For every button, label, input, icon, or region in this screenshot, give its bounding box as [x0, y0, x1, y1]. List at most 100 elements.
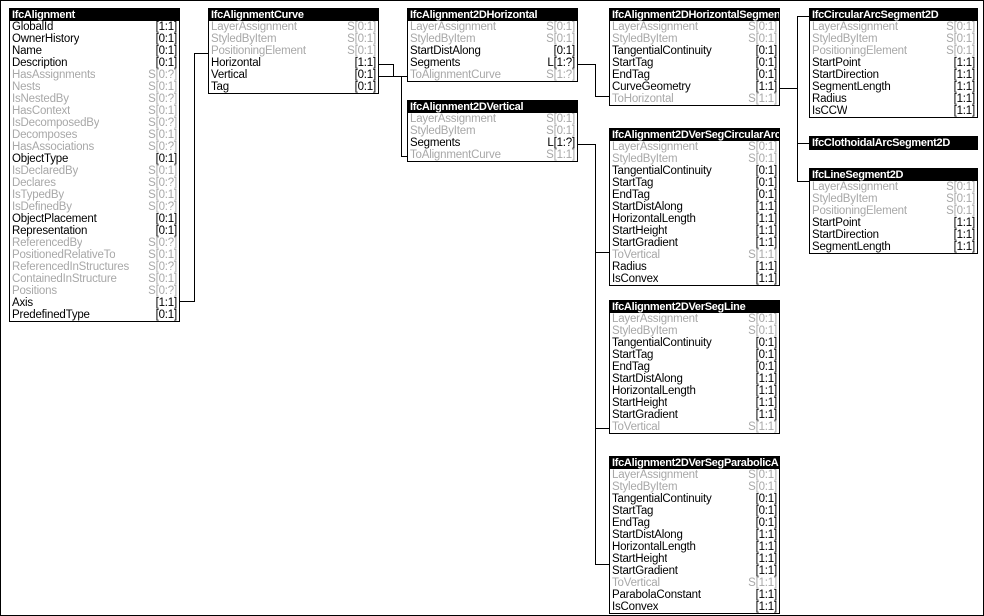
attribute-row[interactable]: IsNestedBy S[0:?]: [10, 93, 179, 105]
attribute-row[interactable]: CurveGeometry [1:1]: [610, 81, 779, 93]
entity-box-IfcCircularArcSegment2D[interactable]: IfcCircularArcSegment2D LayerAssignment S[…: [809, 8, 978, 118]
attribute-row[interactable]: Name [0:1]: [10, 45, 179, 57]
attribute-row[interactable]: StartGradient [1:1]: [610, 565, 779, 577]
attribute-row[interactable]: IsDeclaredBy S[0:1]: [10, 165, 179, 177]
entity-box-IfcClothoidalArcSegment2D[interactable]: IfcClothoidalArcSegment2D: [809, 136, 978, 150]
attribute-row[interactable]: StartHeight [1:1]: [610, 225, 779, 237]
attribute-row[interactable]: Positions S[0:?]: [10, 285, 179, 297]
attribute-row[interactable]: ToVertical S[1:1]: [610, 421, 779, 433]
attribute-row[interactable]: StartGradient [1:1]: [610, 409, 779, 421]
attribute-row[interactable]: IsCCW [1:1]: [810, 105, 977, 117]
attribute-row[interactable]: StartTag [0:1]: [610, 57, 779, 69]
attribute-row[interactable]: StartPoint [1:1]: [810, 217, 977, 229]
attribute-row[interactable]: LayerAssignment S[0:1]: [810, 181, 977, 193]
attribute-row[interactable]: IsDefinedBy S[0:?]: [10, 201, 179, 213]
attribute-row[interactable]: PositionedRelativeTo S[0:1]: [10, 249, 179, 261]
attribute-row[interactable]: Representation [0:1]: [10, 225, 179, 237]
attribute-row[interactable]: IsTypedBy S[0:1]: [10, 189, 179, 201]
attribute-row[interactable]: ReferencedInStructures S[0:?]: [10, 261, 179, 273]
attribute-row[interactable]: OwnerHistory [0:1]: [10, 33, 179, 45]
attribute-row[interactable]: TangentialContinuity [0:1]: [610, 45, 779, 57]
entity-box-IfcAlignment[interactable]: IfcAlignment GlobalId [1:1] OwnerHistory [0:…: [9, 8, 180, 322]
attribute-row[interactable]: StartHeight [1:1]: [610, 397, 779, 409]
attribute-row[interactable]: Nests S[0:1]: [10, 81, 179, 93]
attribute-row[interactable]: ToVertical S[1:1]: [610, 249, 779, 261]
attribute-row[interactable]: SegmentLength [1:1]: [810, 81, 977, 93]
attribute-row[interactable]: ToVertical S[1:1]: [610, 577, 779, 589]
attribute-row[interactable]: StyledByItem S[0:1]: [610, 325, 779, 337]
attribute-row[interactable]: StartHeight [1:1]: [610, 553, 779, 565]
attribute-row[interactable]: TangentialContinuity [0:1]: [610, 165, 779, 177]
entity-box-IfcAlignmentCurve[interactable]: IfcAlignmentCurve LayerAssignment S[0:1] St…: [208, 8, 379, 94]
attribute-row[interactable]: StyledByItem S[0:1]: [610, 153, 779, 165]
entity-box-IfcAlignment2DVertical[interactable]: IfcAlignment2DVertical LayerAssignment S[0…: [407, 100, 578, 162]
attribute-row[interactable]: StartGradient [1:1]: [610, 237, 779, 249]
attribute-row[interactable]: StyledByItem S[0:1]: [408, 125, 577, 137]
entity-box-IfcAlignment2DVerSegLine[interactable]: IfcAlignment2DVerSegLine LayerAssignment S…: [609, 300, 780, 434]
attribute-row[interactable]: StartDistAlong [1:1]: [610, 373, 779, 385]
attribute-row[interactable]: LayerAssignment S[0:1]: [610, 141, 779, 153]
entity-box-IfcAlignment2DVerSegParabolicArc[interactable]: IfcAlignment2DVerSegParabolicArc LayerAss…: [609, 456, 780, 614]
attribute-row[interactable]: StartDistAlong [1:1]: [610, 201, 779, 213]
attribute-row[interactable]: EndTag [0:1]: [610, 517, 779, 529]
attribute-row[interactable]: EndTag [0:1]: [610, 189, 779, 201]
attribute-row[interactable]: ObjectPlacement [0:1]: [10, 213, 179, 225]
attribute-row[interactable]: Segments L[1:?]: [408, 137, 577, 149]
attribute-row[interactable]: LayerAssignment S[0:1]: [610, 21, 779, 33]
attribute-row[interactable]: LayerAssignment S[0:1]: [408, 21, 577, 33]
attribute-row[interactable]: Description [0:1]: [10, 57, 179, 69]
attribute-row[interactable]: ContainedInStructure S[0:1]: [10, 273, 179, 285]
attribute-row[interactable]: EndTag [0:1]: [610, 361, 779, 373]
attribute-row[interactable]: LayerAssignment S[0:1]: [408, 113, 577, 125]
attribute-row[interactable]: PositioningElement S[0:1]: [810, 205, 977, 217]
attribute-row[interactable]: ObjectType [0:1]: [10, 153, 179, 165]
attribute-row[interactable]: PositioningElement S[0:1]: [209, 45, 378, 57]
attribute-row[interactable]: StartTag [0:1]: [610, 349, 779, 361]
attribute-row[interactable]: LayerAssignment S[0:1]: [610, 469, 779, 481]
attribute-row[interactable]: StartDistAlong [0:1]: [408, 45, 577, 57]
attribute-row[interactable]: StartPoint [1:1]: [810, 57, 977, 69]
attribute-row[interactable]: StartDirection [1:1]: [810, 229, 977, 241]
attribute-row[interactable]: Radius [1:1]: [610, 261, 779, 273]
attribute-row[interactable]: Radius [1:1]: [810, 93, 977, 105]
attribute-row[interactable]: Axis [1:1]: [10, 297, 179, 309]
attribute-row[interactable]: TangentialContinuity [0:1]: [610, 337, 779, 349]
attribute-row[interactable]: HorizontalLength [1:1]: [610, 541, 779, 553]
attribute-row[interactable]: IsConvex [1:1]: [610, 601, 779, 613]
attribute-row[interactable]: HasContext S[0:1]: [10, 105, 179, 117]
attribute-row[interactable]: StyledByItem S[0:1]: [610, 33, 779, 45]
attribute-row[interactable]: StyledByItem S[0:1]: [408, 33, 577, 45]
attribute-row[interactable]: ToHorizontal S[1:1]: [610, 93, 779, 105]
attribute-row[interactable]: SegmentLength [1:1]: [810, 241, 977, 253]
attribute-row[interactable]: IsDecomposedBy S[0:?]: [10, 117, 179, 129]
attribute-row[interactable]: StyledByItem S[0:1]: [810, 33, 977, 45]
attribute-row[interactable]: EndTag [0:1]: [610, 69, 779, 81]
attribute-row[interactable]: ToAlignmentCurve S[1:1]: [408, 149, 577, 161]
attribute-row[interactable]: StartTag [0:1]: [610, 177, 779, 189]
attribute-row[interactable]: PositioningElement S[0:1]: [810, 45, 977, 57]
attribute-row[interactable]: TangentialContinuity [0:1]: [610, 493, 779, 505]
attribute-row[interactable]: ToAlignmentCurve S[1:?]: [408, 69, 577, 81]
attribute-row[interactable]: PredefinedType [0:1]: [10, 309, 179, 321]
attribute-row[interactable]: StyledByItem S[0:1]: [209, 33, 378, 45]
entity-box-IfcAlignment2DHorizontalSegment[interactable]: IfcAlignment2DHorizontalSegment LayerAssi…: [609, 8, 780, 106]
attribute-row[interactable]: StartDistAlong [1:1]: [610, 529, 779, 541]
attribute-row[interactable]: Tag [0:1]: [209, 81, 378, 93]
entity-box-IfcLineSegment2D[interactable]: IfcLineSegment2D LayerAssignment S[0:1] Sty…: [809, 168, 978, 254]
attribute-row[interactable]: Segments L[1:?]: [408, 57, 577, 69]
attribute-row[interactable]: IsConvex [1:1]: [610, 273, 779, 285]
attribute-row[interactable]: ParabolaConstant [1:1]: [610, 589, 779, 601]
attribute-row[interactable]: Vertical [0:1]: [209, 69, 378, 81]
attribute-row[interactable]: HasAssignments S[0:?]: [10, 69, 179, 81]
attribute-row[interactable]: StartDirection [1:1]: [810, 69, 977, 81]
attribute-row[interactable]: Declares S[0:?]: [10, 177, 179, 189]
attribute-row[interactable]: StartTag [0:1]: [610, 505, 779, 517]
attribute-row[interactable]: LayerAssignment S[0:1]: [810, 21, 977, 33]
attribute-row[interactable]: Horizontal [1:1]: [209, 57, 378, 69]
attribute-row[interactable]: StyledByItem S[0:1]: [610, 481, 779, 493]
attribute-row[interactable]: ReferencedBy S[0:?]: [10, 237, 179, 249]
attribute-row[interactable]: LayerAssignment S[0:1]: [209, 21, 378, 33]
entity-box-IfcAlignment2DVerSegCircularArc[interactable]: IfcAlignment2DVerSegCircularArc LayerAssi…: [609, 128, 780, 286]
attribute-row[interactable]: StyledByItem S[0:1]: [810, 193, 977, 205]
attribute-row[interactable]: LayerAssignment S[0:1]: [610, 313, 779, 325]
